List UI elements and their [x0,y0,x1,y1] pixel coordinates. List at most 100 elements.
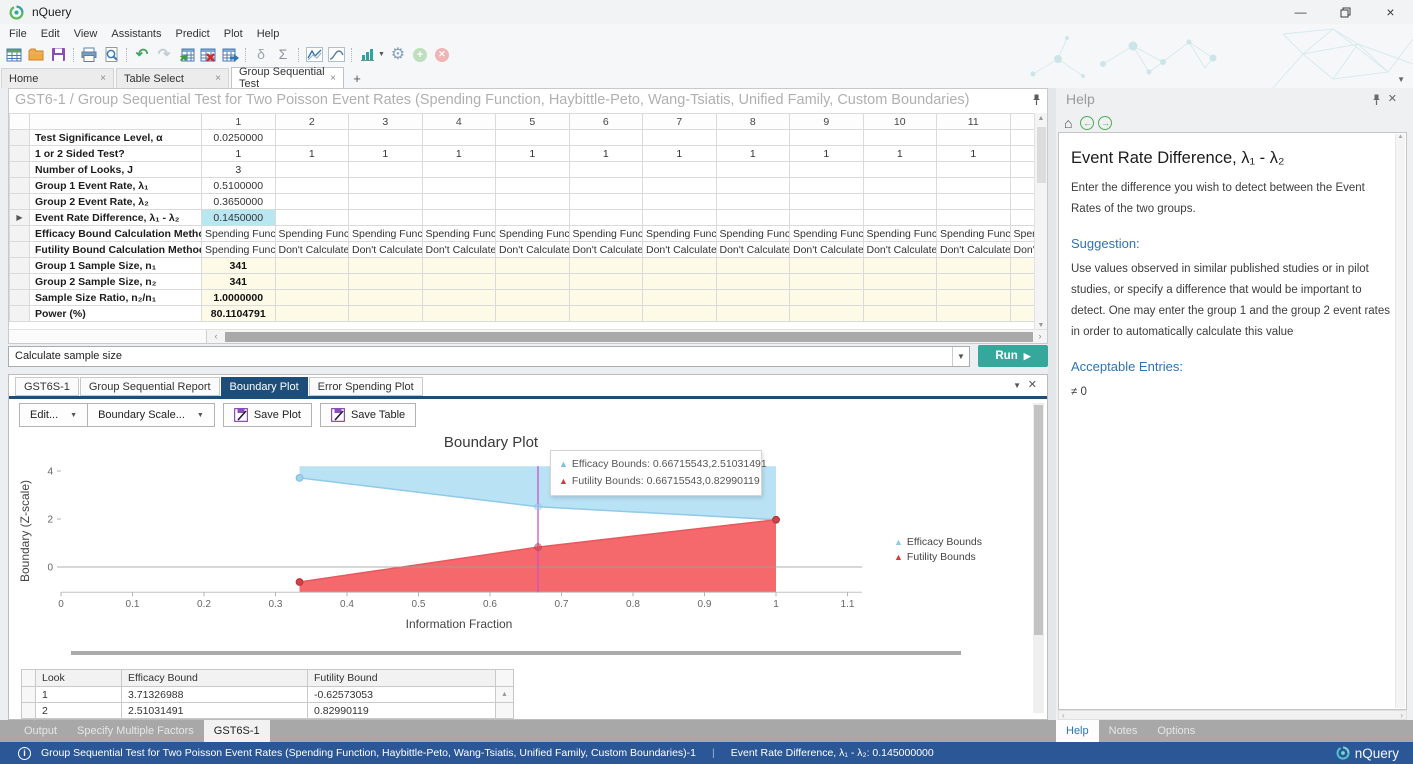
parameter-cell[interactable]: Spending Func... [790,226,864,242]
parameter-cell[interactable] [716,290,790,306]
parameter-cell[interactable] [790,130,864,146]
parameter-cell[interactable]: 1.0000000 [202,290,276,306]
parameter-cell[interactable] [716,178,790,194]
chevron-down-icon[interactable]: ▼ [952,347,969,366]
menu-plot[interactable]: Plot [217,28,250,40]
parameter-cell[interactable] [569,210,643,226]
parameter-cell[interactable] [937,290,1011,306]
doc-tab-home[interactable]: Home× [1,68,114,88]
parameter-cell[interactable] [790,274,864,290]
row-selector[interactable] [10,306,30,322]
bottom-tab-specify-multiple-factors[interactable]: Specify Multiple Factors [67,720,204,742]
parameter-cell[interactable] [496,210,570,226]
row-selector[interactable] [10,130,30,146]
panel-splitter[interactable] [1048,88,1056,720]
save-table-button[interactable]: Save Table [320,403,416,427]
parameter-cell[interactable] [569,130,643,146]
scroll-thumb[interactable] [1037,127,1046,183]
grid-horizontal-scrollbar[interactable]: ‹ › [9,329,1047,343]
delete-table-icon[interactable] [198,46,218,64]
parameter-cell[interactable]: Spending Func... [349,226,423,242]
parameter-cell[interactable] [863,194,937,210]
parameter-cell[interactable] [569,178,643,194]
parameter-cell[interactable] [643,210,717,226]
settings-gear-icon[interactable]: ⚙ [388,46,408,64]
pin-icon[interactable] [1032,94,1041,109]
output-tab-gst6s-1[interactable]: GST6S-1 [15,377,79,396]
parameter-cell[interactable] [643,290,717,306]
parameter-cell[interactable] [937,274,1011,290]
parameter-cell[interactable] [643,162,717,178]
parameter-cell[interactable]: Spending Func... [716,226,790,242]
parameter-cell[interactable]: Spending Func... [1010,226,1035,242]
parameter-cell[interactable]: 1 [1010,146,1035,162]
parameter-cell[interactable] [863,162,937,178]
menu-predict[interactable]: Predict [169,28,217,40]
parameter-cell[interactable] [422,162,496,178]
menu-assistants[interactable]: Assistants [104,28,168,40]
row-selector[interactable] [10,146,30,162]
minimize-button[interactable]: — [1278,0,1323,24]
help-footer-tab-help[interactable]: Help [1056,720,1099,742]
parameter-cell[interactable]: 80.1104791 [202,306,276,322]
output-tab-boundary-plot[interactable]: Boundary Plot [221,377,308,396]
parameter-cell[interactable]: Don't Calculate [716,242,790,258]
scroll-left-icon[interactable]: ‹ [1062,712,1065,720]
parameter-cell[interactable] [422,290,496,306]
parameter-cell[interactable] [1010,290,1035,306]
parameter-cell[interactable] [275,162,349,178]
parameter-cell[interactable] [937,258,1011,274]
help-footer-tab-notes[interactable]: Notes [1099,720,1148,742]
parameter-cell[interactable]: Don't Calculate [1010,242,1035,258]
help-footer-tab-options[interactable]: Options [1147,720,1205,742]
parameter-cell[interactable] [569,194,643,210]
redo-icon[interactable]: ↷ [154,46,174,64]
parameter-cell[interactable] [716,162,790,178]
parameter-cell[interactable] [349,210,423,226]
output-panel-close-icon[interactable]: ✕ [1028,378,1037,391]
parameter-cell[interactable]: 341 [202,258,276,274]
parameter-cell[interactable] [422,210,496,226]
parameter-cell[interactable] [643,130,717,146]
boundary-scale-button[interactable]: Boundary Scale...▼ [87,403,215,427]
parameter-cell[interactable]: Don't Calculate [937,242,1011,258]
parameter-cell[interactable] [863,274,937,290]
parameter-cell[interactable] [790,210,864,226]
chevron-down-icon[interactable]: ▼ [378,51,385,58]
scroll-right-icon[interactable]: › [1033,330,1047,343]
row-selector[interactable] [10,290,30,306]
print-icon[interactable] [79,46,99,64]
parameter-cell[interactable] [790,258,864,274]
scroll-up-icon[interactable]: ▲ [1035,115,1047,122]
home-icon[interactable]: ⌂ [1064,116,1072,130]
parameter-cell[interactable] [422,306,496,322]
parameter-cell[interactable] [716,210,790,226]
parameter-cell[interactable] [569,306,643,322]
back-icon[interactable]: ← [1080,116,1094,130]
parameter-cell[interactable]: 1 [349,146,423,162]
paste-table-icon[interactable] [176,46,196,64]
edit-button[interactable]: Edit...▼ [19,403,88,427]
undo-icon[interactable]: ↶ [132,46,152,64]
parameter-cell[interactable]: 1 [863,146,937,162]
parameter-cell[interactable] [569,290,643,306]
menu-help[interactable]: Help [250,28,287,40]
parameter-cell[interactable] [790,290,864,306]
parameter-cell[interactable] [937,178,1011,194]
parameter-cell[interactable] [1010,210,1035,226]
parameter-cell[interactable] [422,258,496,274]
parameter-cell[interactable]: Don't Calculate [275,242,349,258]
open-file-icon[interactable] [26,46,46,64]
parameter-cell[interactable] [790,178,864,194]
parameter-cell[interactable] [643,274,717,290]
tab-close-icon[interactable]: × [100,73,106,84]
pin-icon[interactable] [1372,94,1381,109]
export-table-icon[interactable] [220,46,240,64]
parameter-cell[interactable]: 1 [422,146,496,162]
parameter-cell[interactable] [1010,306,1035,322]
doc-tab-group-sequential-test[interactable]: Group Sequential Test× [231,67,344,88]
bottom-tab-output[interactable]: Output [14,720,67,742]
parameter-cell[interactable] [349,274,423,290]
parameter-cell[interactable] [496,274,570,290]
parameter-cell[interactable]: 0.3650000 [202,194,276,210]
